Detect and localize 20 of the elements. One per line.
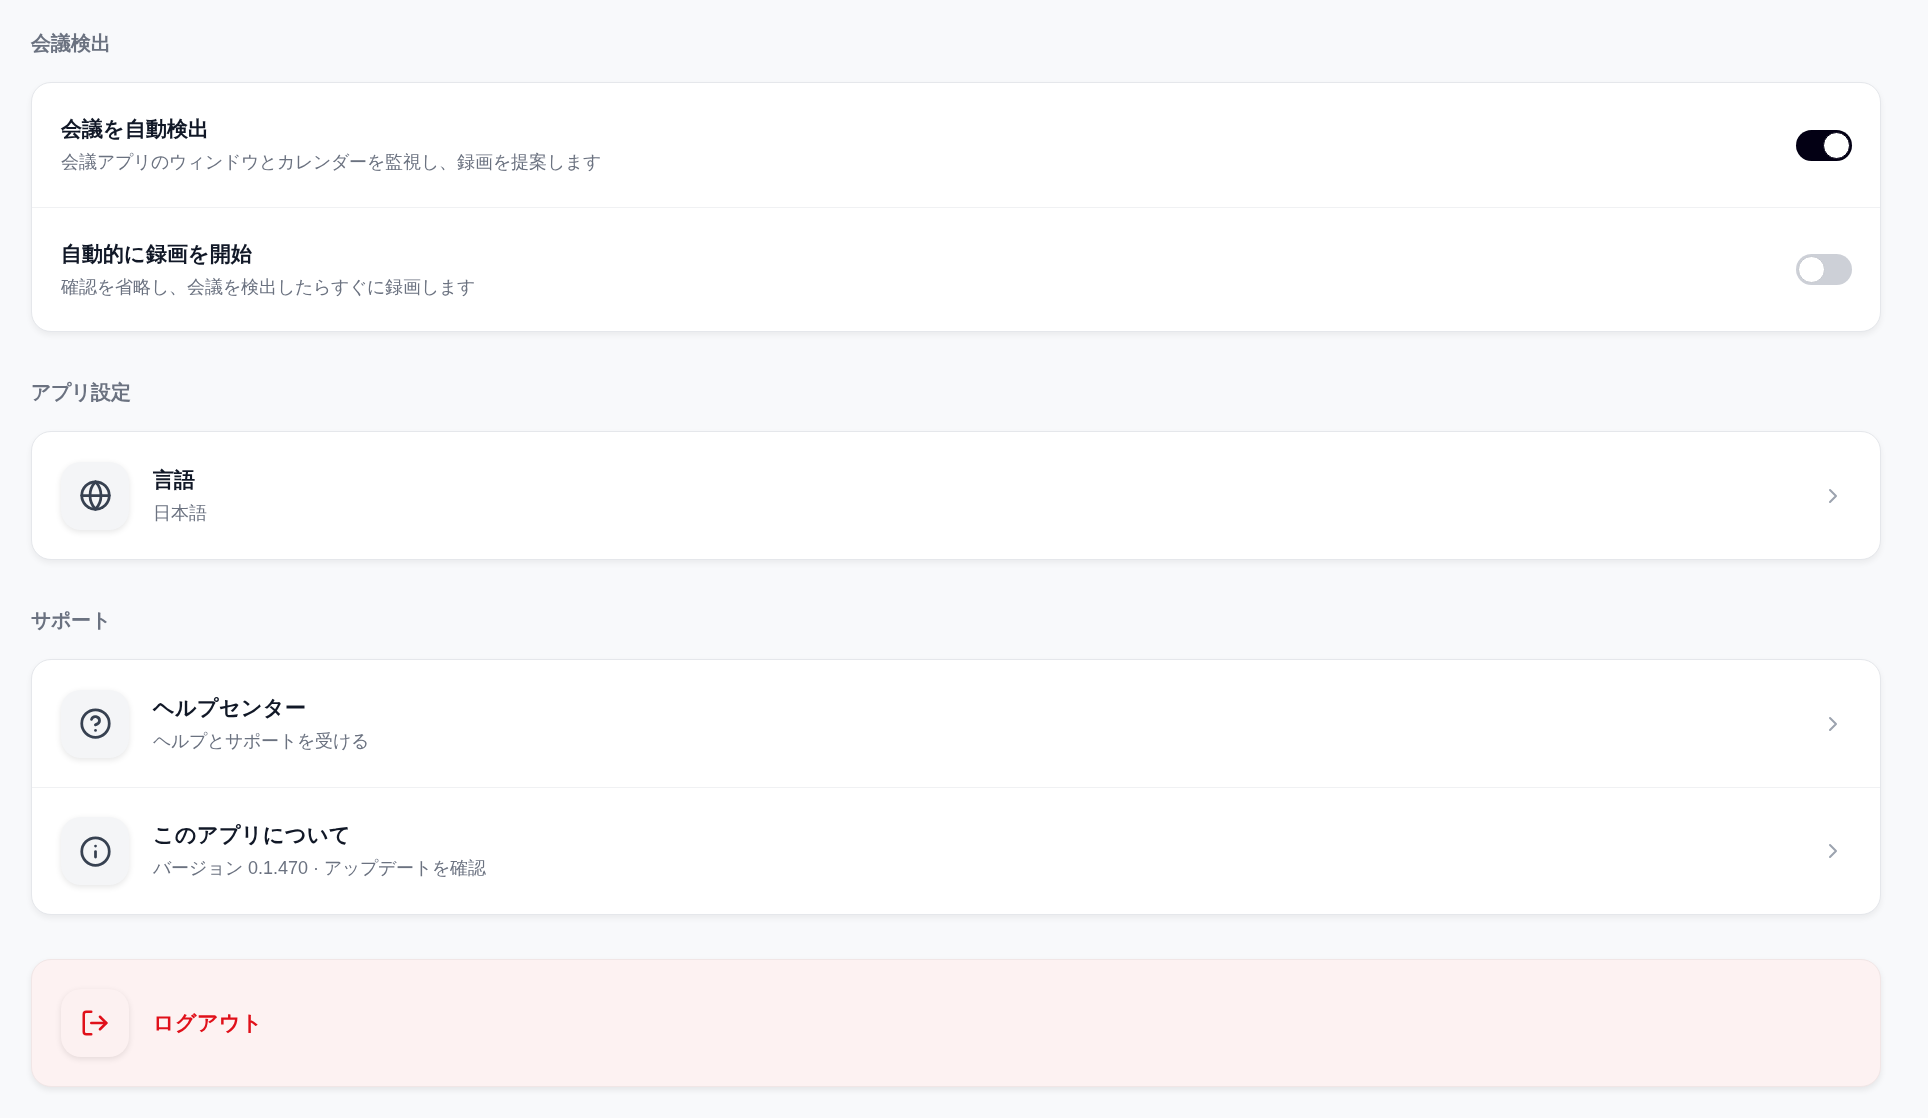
section-heading: 会議検出 [31,31,112,56]
section-heading: アプリ設定 [31,380,132,405]
section-heading: サポート [31,608,112,633]
help-icon [61,689,129,758]
setting-description: 会議アプリのウィンドウとカレンダーを監視し、録画を提案します [61,151,601,174]
logout-icon [61,989,129,1057]
info-icon [61,817,129,885]
setting-description: 確認を省略し、会議を検出したらすぐに録画します [61,275,475,299]
setting-description: 日本語 [153,501,208,525]
setting-title: ヘルプセンター [153,694,307,721]
setting-title: 会議を自動検出 [61,116,210,142]
toggle-switch[interactable] [1796,129,1852,161]
setting-title: 言語 [153,466,196,493]
logout-button[interactable]: ログアウト [31,959,1881,1087]
setting-title: 自動的に録画を開始 [61,240,253,267]
setting-description: バージョン 0.1.470 · アップデートを確認 [153,857,488,880]
toggle-switch[interactable] [1796,254,1852,285]
globe-icon [61,461,129,530]
setting-description: ヘルプとサポートを受ける [153,729,370,753]
setting-title: このアプリについて [153,822,352,848]
